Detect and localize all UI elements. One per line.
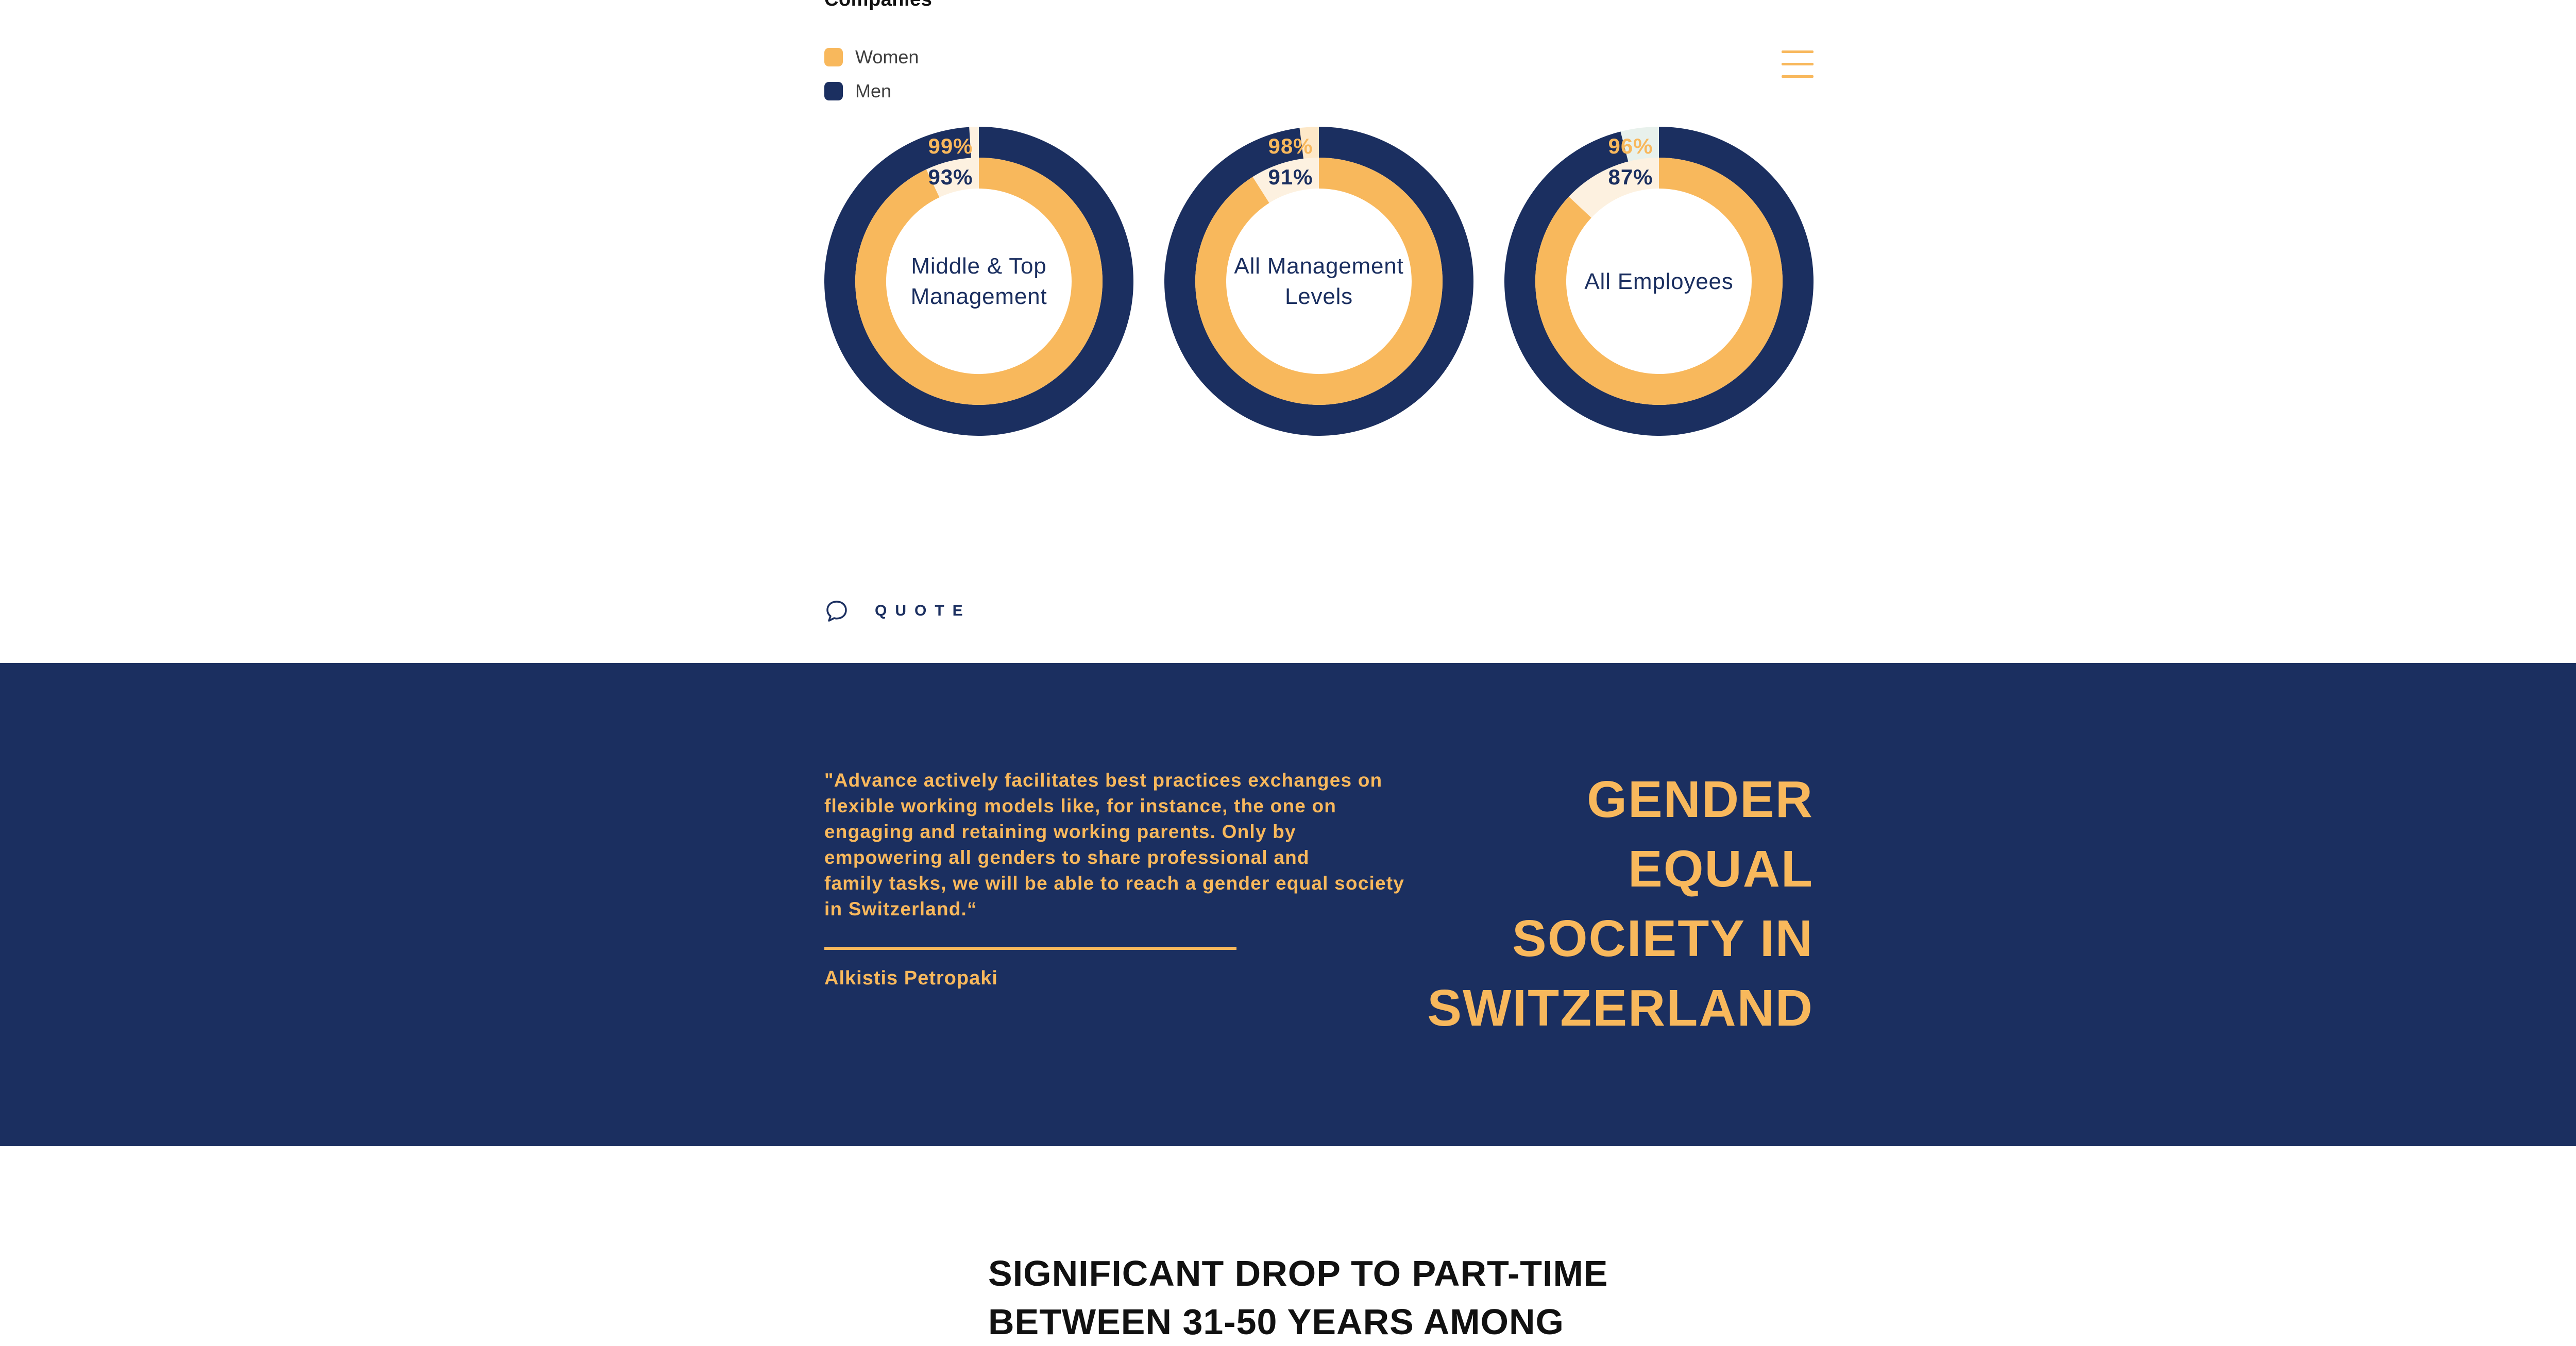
legend-item-women: Women bbox=[824, 40, 919, 74]
section-title: Companies bbox=[824, 0, 932, 11]
donut-center-label: All Employees bbox=[1584, 268, 1734, 294]
legend-label-men: Men bbox=[855, 80, 892, 101]
quote-author: Alkistis Petropaki bbox=[824, 967, 998, 989]
quote-heading: GENDER EQUAL SOCIETY IN SWITZERLAND bbox=[1427, 771, 1814, 1037]
quote-divider bbox=[824, 947, 1236, 950]
quote-tag: QUOTE bbox=[824, 599, 971, 623]
outer-percentage-label: 98% bbox=[1268, 134, 1313, 158]
chart-legend: Women Men bbox=[824, 40, 919, 108]
legend-label-women: Women bbox=[855, 46, 919, 67]
hamburger-menu-icon[interactable] bbox=[1782, 50, 1814, 78]
donut-chart: All Employees 96% 87% bbox=[1504, 127, 1814, 436]
donut-center-label: Middle & Top Management bbox=[910, 253, 1047, 309]
speech-bubble-icon bbox=[826, 601, 847, 622]
inner-percentage-label: 91% bbox=[1268, 165, 1313, 189]
inner-percentage-label: 93% bbox=[928, 165, 973, 189]
legend-swatch-men bbox=[824, 82, 843, 100]
quote-tag-label: QUOTE bbox=[875, 602, 971, 619]
legend-swatch-women bbox=[824, 48, 843, 66]
donut-center-label: All Management Levels bbox=[1234, 253, 1404, 309]
donut-chart: All Management Levels 98% 91% bbox=[1164, 127, 1473, 436]
quote-text: "Advance actively facilitates best pract… bbox=[824, 770, 1405, 919]
section-heading: SIGNIFICANT DROP TO PART-TIME BETWEEN 31… bbox=[988, 1253, 1608, 1342]
legend-item-men: Men bbox=[824, 74, 919, 108]
inner-percentage-label: 87% bbox=[1608, 165, 1653, 189]
outer-percentage-label: 99% bbox=[928, 134, 973, 158]
outer-percentage-label: 96% bbox=[1608, 134, 1653, 158]
donut-chart: Middle & Top Management 99% 93% bbox=[824, 127, 1133, 436]
